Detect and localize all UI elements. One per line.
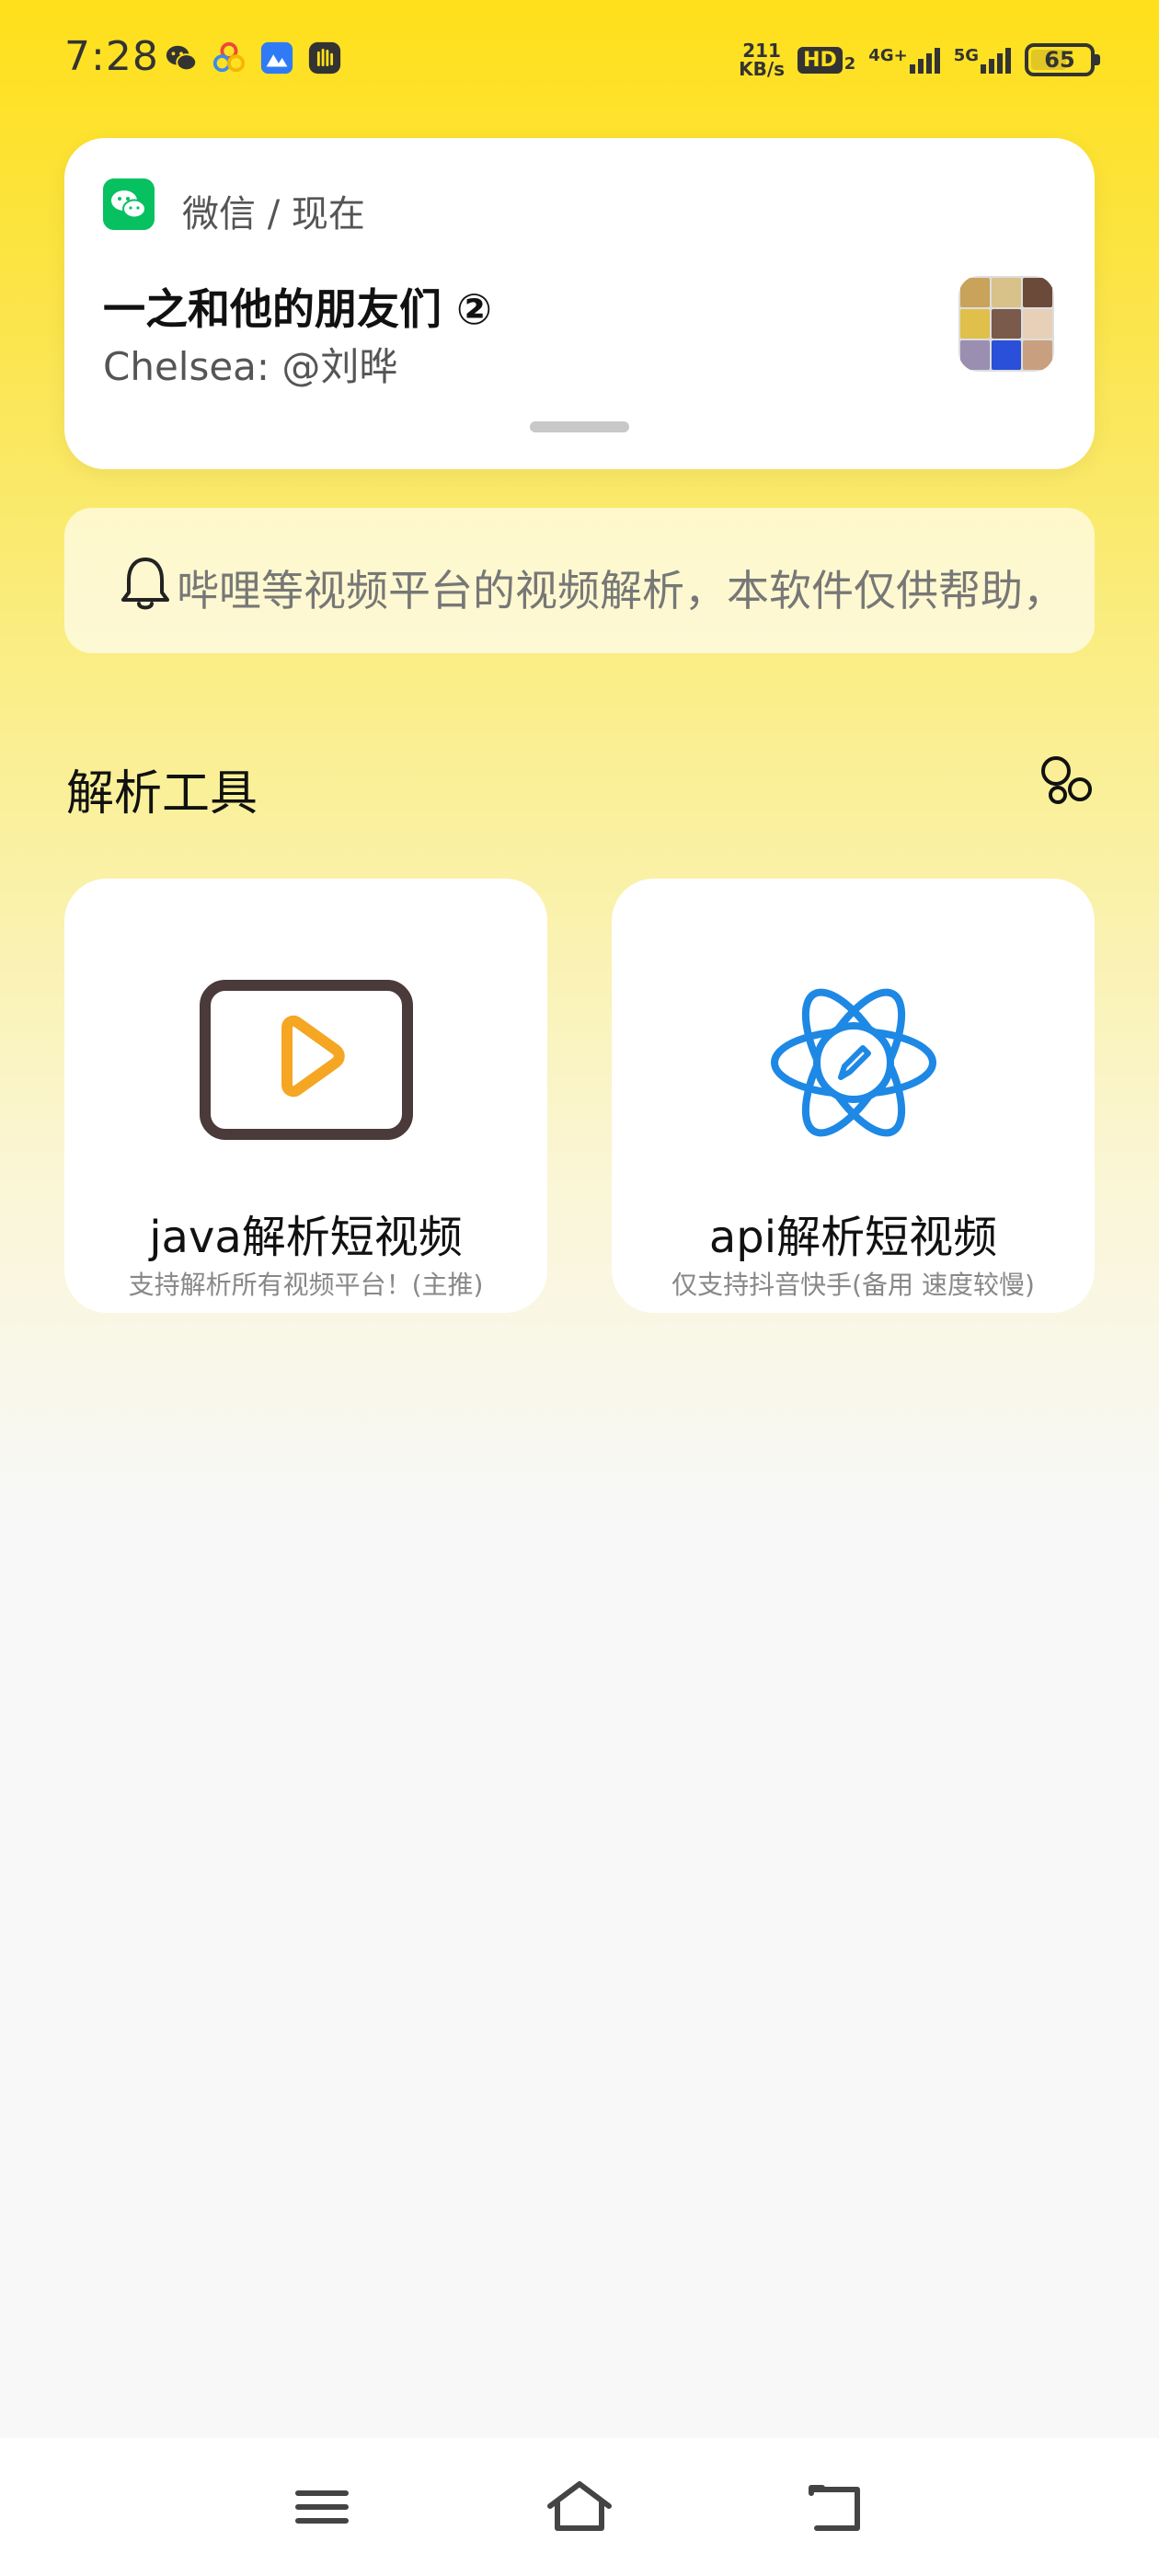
notification-title: 一之和他的朋友们 ②: [103, 284, 492, 334]
tool-card-java[interactable]: java解析短视频 支持解析所有视频平台！(主推): [64, 879, 547, 1313]
signal-1-label: 4G+: [868, 46, 908, 65]
bubbles-icon[interactable]: [1038, 753, 1093, 808]
notification-app-label: 微信 / 现在: [182, 193, 365, 236]
signal-bars-icon: [909, 48, 940, 74]
notification-body: Chelsea: @刘晔: [103, 344, 398, 389]
tool-card-api[interactable]: api解析短视频 仅支持抖音快手(备用 速度较慢): [612, 879, 1095, 1313]
navigation-bar: [0, 2438, 1159, 2576]
notification-drag-handle[interactable]: [530, 421, 629, 432]
hand-icon: [308, 41, 341, 75]
signal-bars-icon: [981, 48, 1011, 74]
gallery-icon: [260, 41, 293, 75]
status-indicators: 211 KB/s HD 2 4G+ 5G 65: [739, 37, 1100, 83]
bell-icon: [121, 558, 169, 610]
signal-1: 4G+: [868, 46, 940, 74]
signal-2-label: 5G: [953, 46, 979, 65]
group-avatar: [958, 276, 1054, 372]
net-speed-unit: KB/s: [739, 58, 786, 80]
notice-text: 哔哩等视频平台的视频解析，本软件仅供帮助，: [177, 566, 1065, 615]
status-bar: 7:28 211 KB/s HD 2 4G+ 5G 65: [0, 0, 1159, 124]
tool-subtitle: 支持解析所有视频平台！(主推): [128, 1270, 484, 1300]
home-icon[interactable]: [543, 2475, 616, 2539]
net-speed-value: 211: [742, 40, 781, 62]
wechat-logo-icon: [103, 178, 155, 230]
petal-icon: [212, 41, 246, 73]
battery-level: 65: [1044, 47, 1075, 73]
back-icon[interactable]: [800, 2475, 874, 2539]
net-speed: 211 KB/s: [739, 41, 785, 78]
atom-edit-icon: [771, 988, 936, 1137]
section-title: 解析工具: [66, 766, 258, 822]
menu-icon[interactable]: [285, 2475, 359, 2539]
battery-icon: 65: [1025, 43, 1100, 76]
tool-title: api解析短视频: [708, 1212, 998, 1263]
hd-label: HD: [798, 46, 843, 74]
battery-cap: [1095, 54, 1100, 65]
status-time: 7:28: [64, 33, 159, 80]
hd-badge: HD 2: [798, 46, 856, 74]
wechat-notification[interactable]: 微信 / 现在 一之和他的朋友们 ② Chelsea: @刘晔: [64, 138, 1095, 469]
signal-2: 5G: [954, 46, 1012, 74]
notice-bar: 哔哩等视频平台的视频解析，本软件仅供帮助，: [64, 508, 1095, 653]
video-play-icon: [200, 980, 413, 1140]
tool-subtitle: 仅支持抖音快手(备用 速度较慢): [671, 1270, 1035, 1300]
wechat-icon: [166, 45, 198, 72]
hd-sub: 2: [843, 53, 856, 74]
tool-title: java解析短视频: [149, 1212, 463, 1263]
